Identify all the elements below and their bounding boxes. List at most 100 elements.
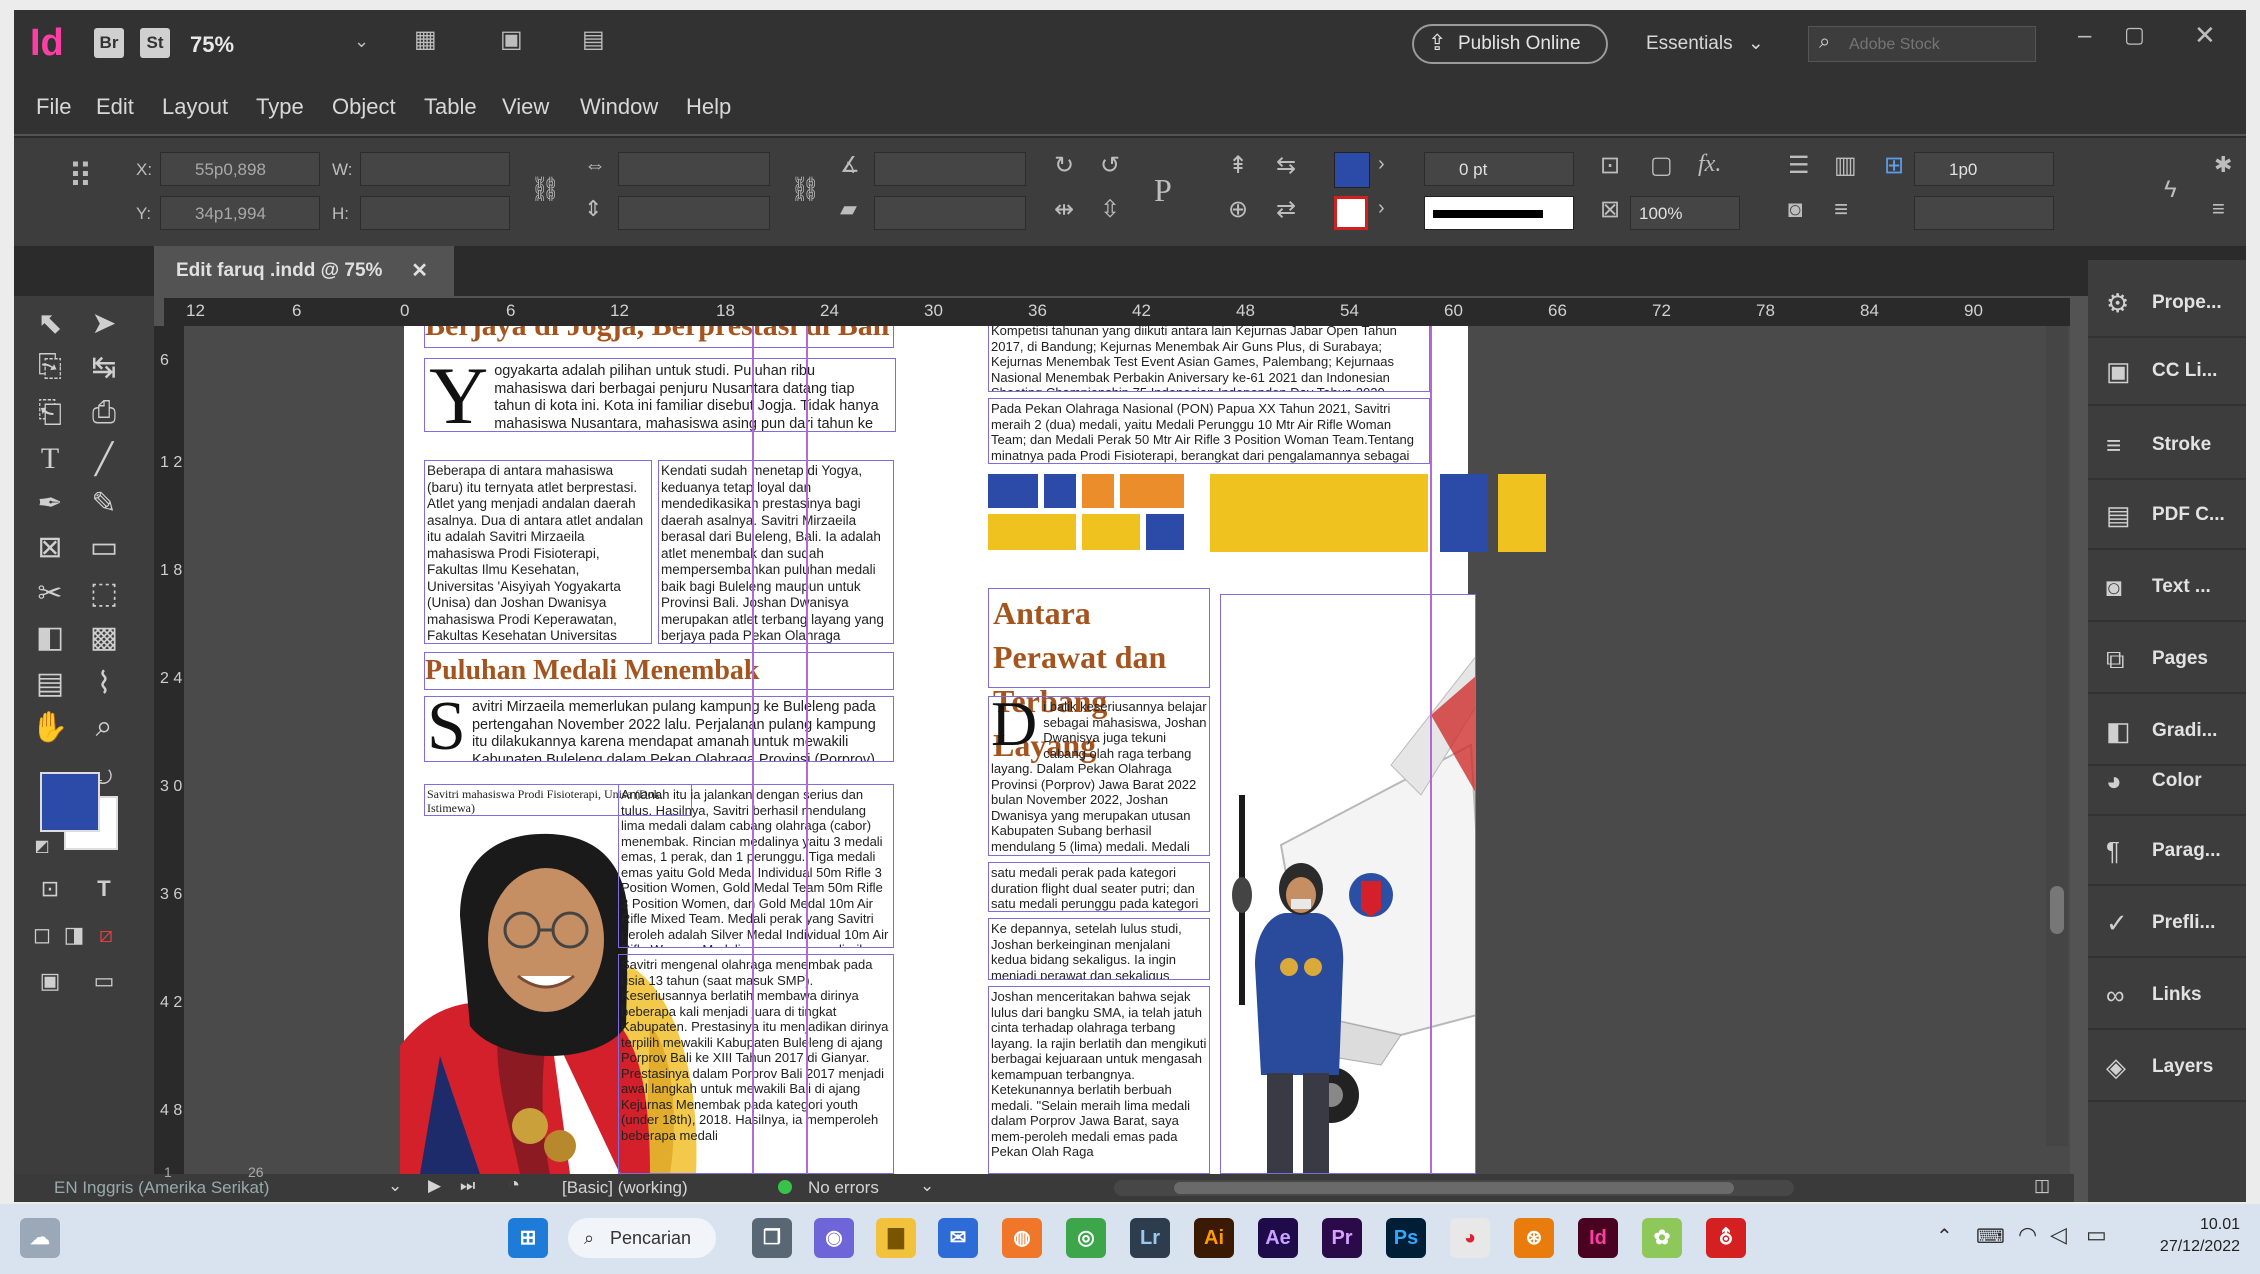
align-left-icon[interactable]: ☰: [1788, 154, 1810, 178]
flip-horizontal-icon[interactable]: ⇹: [1054, 198, 1074, 222]
mail-icon[interactable]: ✉: [938, 1218, 978, 1258]
gradient-feather-tool-icon[interactable]: ▩: [84, 620, 124, 655]
battery-icon[interactable]: ▭: [2086, 1222, 2107, 1248]
panel-menu-icon[interactable]: ≡: [2212, 198, 2225, 220]
screen-mode-icon[interactable]: ▣: [500, 28, 523, 52]
quick-apply-icon[interactable]: ϟ: [2164, 178, 2177, 202]
glider-photo-frame[interactable]: [1220, 594, 1476, 1174]
select-content-icon[interactable]: ⊕: [1228, 198, 1248, 222]
premiere-icon[interactable]: Pr: [1322, 1218, 1362, 1258]
fill-menu-icon[interactable]: ›: [1378, 154, 1385, 174]
horizontal-scroll-thumb[interactable]: [1174, 1182, 1734, 1194]
minimize-icon[interactable]: –: [2078, 24, 2091, 48]
frame-fitting-icon[interactable]: ▢: [1650, 154, 1673, 178]
effects-fx-icon[interactable]: fx.: [1698, 152, 1721, 176]
lightroom-icon[interactable]: Lr: [1130, 1218, 1170, 1258]
stock-button[interactable]: St: [140, 28, 170, 58]
default-colors-icon[interactable]: ◩: [22, 836, 62, 856]
maximize-icon[interactable]: ▢: [2124, 24, 2145, 46]
rotation-field[interactable]: [874, 152, 1026, 186]
fill-color-swatch-front[interactable]: [40, 772, 100, 832]
next-page-icon[interactable]: ▶: [428, 1176, 441, 1196]
rectangle-frame-tool-icon[interactable]: ⊠: [30, 530, 70, 565]
keyboard-icon[interactable]: ⌨: [1976, 1224, 2005, 1249]
normal-view-icon[interactable]: ▣: [30, 968, 70, 994]
menu-type[interactable]: Type: [256, 94, 304, 120]
width-field[interactable]: [360, 152, 510, 186]
shear-field[interactable]: [874, 196, 1026, 230]
horizontal-scrollbar[interactable]: [1114, 1180, 1794, 1196]
right-page[interactable]: Kompetisi tahunan yang diikuti antara la…: [922, 326, 1546, 1174]
blender-icon[interactable]: ⊛: [1514, 1218, 1554, 1258]
menu-file[interactable]: File: [36, 94, 71, 120]
height-field[interactable]: [360, 196, 510, 230]
firefox-icon[interactable]: ◍: [1002, 1218, 1042, 1258]
selection-tool-icon[interactable]: ⬉: [30, 306, 70, 341]
section-2-intro-frame[interactable]: Savitri Mirzaeila memerlukan pulang kamp…: [424, 696, 894, 762]
photoshop-icon[interactable]: Ps: [1386, 1218, 1426, 1258]
type-tool-icon[interactable]: T: [30, 442, 70, 476]
content-collector-icon[interactable]: ⎗: [30, 396, 70, 430]
tray-chevron-icon[interactable]: ⌃: [1936, 1224, 1953, 1249]
scissors-tool-icon[interactable]: ✂: [30, 576, 70, 611]
rotate-cw-icon[interactable]: ↻: [1054, 154, 1074, 178]
content-placer-icon[interactable]: ⎙: [84, 396, 124, 430]
stroke-menu-icon[interactable]: ›: [1378, 198, 1385, 218]
right-col-para-4[interactable]: Joshan menceritakan bahwa sejak lulus da…: [988, 986, 1210, 1174]
column-1-frame[interactable]: Beberapa di antara mahasiswa (baru) itu …: [424, 460, 652, 644]
gradient-swatch-tool-icon[interactable]: ◧: [30, 620, 70, 655]
page-number-field[interactable]: 1: [164, 1164, 172, 1180]
file-explorer-icon[interactable]: ▇: [876, 1218, 916, 1258]
note-tool-icon[interactable]: ▤: [30, 666, 70, 701]
line-tool-icon[interactable]: ╱: [84, 442, 124, 477]
panel-settings-icon[interactable]: ✱: [2214, 154, 2232, 176]
direct-selection-tool-icon[interactable]: ➤: [84, 306, 124, 341]
heading-antara-perawat[interactable]: Antara Perawat dan Terbang Layang: [988, 588, 1210, 763]
article-title-frame[interactable]: Berjaya di Jogja, Berprestasi di Bali: [424, 326, 894, 348]
chrome-profile-icon[interactable]: ◕: [1450, 1218, 1490, 1258]
menu-edit[interactable]: Edit: [96, 94, 134, 120]
right-top-text-2[interactable]: Pada Pekan Olahraga Nasional (PON) Papua…: [988, 398, 1430, 464]
reference-p-icon[interactable]: P: [1154, 174, 1172, 206]
page-dropdown-icon[interactable]: ⌄: [388, 1176, 402, 1196]
bridge-button[interactable]: Br: [94, 28, 124, 58]
chat-icon[interactable]: ◉: [814, 1218, 854, 1258]
wifi-icon[interactable]: ◠: [2018, 1222, 2037, 1248]
free-transform-tool-icon[interactable]: ⬚: [84, 576, 124, 611]
preflight-profile[interactable]: [Basic] (working): [562, 1178, 688, 1198]
select-next-icon[interactable]: ⇄: [1276, 198, 1296, 222]
close-icon[interactable]: ✕: [2194, 22, 2216, 48]
right-top-text-1[interactable]: Kompetisi tahunan yang diikuti antara la…: [988, 326, 1430, 392]
gap-field[interactable]: 1p0: [1914, 152, 2054, 186]
align-center-icon[interactable]: ▥: [1834, 154, 1857, 178]
stroke-swatch-none[interactable]: [1334, 196, 1368, 230]
reference-point-icon[interactable]: ⠿: [68, 160, 93, 194]
constrain-proportions-icon[interactable]: ⛓: [530, 178, 560, 202]
right-col-para-2[interactable]: satu medali perak pada kategori duration…: [988, 862, 1210, 912]
vertical-scroll-thumb[interactable]: [2050, 886, 2064, 934]
workspace-switcher[interactable]: Essentials ⌄: [1646, 32, 1764, 55]
formatting-text-icon[interactable]: T: [84, 876, 124, 902]
constrain-scale-icon[interactable]: ⛓: [790, 178, 820, 202]
panel-pages[interactable]: ⧉ Pages: [2088, 626, 2246, 694]
select-container-icon[interactable]: ⇞: [1228, 154, 1248, 178]
publish-online-button[interactable]: ⇪ Publish Online: [1412, 24, 1608, 64]
panel-pdf-comments[interactable]: ▤ PDF C...: [2088, 482, 2246, 550]
menu-view[interactable]: View: [502, 94, 549, 120]
x-position-field[interactable]: 55p0,898: [160, 152, 320, 186]
paint-icon[interactable]: ✿: [1642, 1218, 1682, 1258]
panel-text-wrap[interactable]: ◙ Text ...: [2088, 554, 2246, 622]
stroke-type-dropdown[interactable]: [1424, 196, 1574, 230]
panel-paragraph[interactable]: ¶ Parag...: [2088, 818, 2246, 886]
scale-y-field[interactable]: [618, 196, 770, 230]
hand-tool-icon[interactable]: ✋: [30, 710, 70, 745]
vertical-scrollbar[interactable]: [2046, 326, 2068, 1146]
view-options-icon[interactable]: ▦: [414, 28, 437, 52]
pasteboard[interactable]: Berjaya di Jogja, Berprestasi di Bali Yo…: [184, 326, 2070, 1174]
preflight-menu-icon[interactable]: ⌄: [920, 1176, 934, 1196]
arrange-documents-icon[interactable]: ▤: [582, 28, 605, 52]
preflight-errors[interactable]: No errors: [808, 1178, 879, 1198]
select-previous-icon[interactable]: ⇆: [1276, 154, 1296, 178]
distribute-icon[interactable]: ≡: [1834, 198, 1848, 222]
panel-stroke[interactable]: ≡ Stroke: [2088, 412, 2246, 480]
